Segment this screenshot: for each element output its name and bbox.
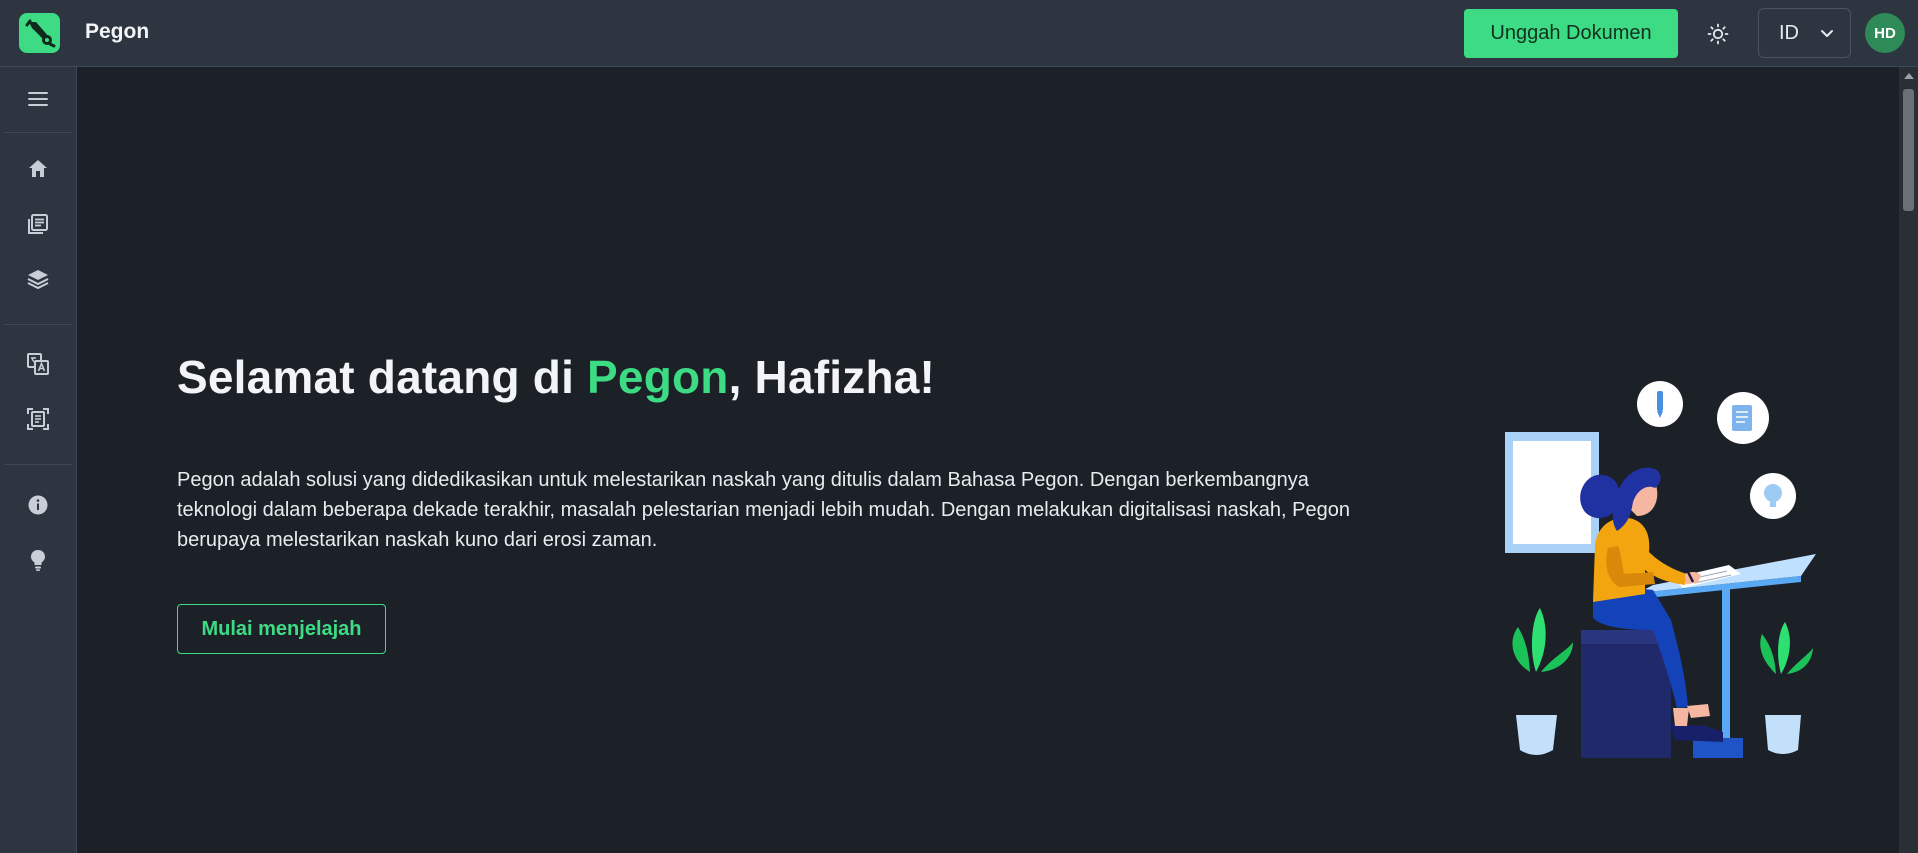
upload-document-button[interactable]: Unggah Dokumen: [1464, 9, 1678, 58]
sidebar-item-about[interactable]: [24, 491, 52, 519]
app-title: Pegon: [85, 20, 150, 43]
welcome-heading-prefix: Selamat datang di: [177, 351, 588, 403]
pen-nib-icon: [25, 19, 56, 48]
language-value: ID: [1779, 21, 1799, 44]
intro-description: Pegon adalah solusi yang didedikasikan u…: [177, 469, 1350, 551]
sidebar-divider: [4, 324, 72, 325]
documents-icon: [28, 214, 48, 234]
sidebar-item-collections[interactable]: [24, 265, 52, 293]
sidebar-menu-toggle[interactable]: [24, 85, 52, 113]
sun-icon: [1707, 23, 1729, 45]
welcome-heading: Selamat datang di Pegon, Hafizha!: [177, 350, 935, 404]
home-icon: [29, 160, 47, 177]
sidebar-divider: [4, 464, 72, 465]
lightbulb-icon: [31, 550, 45, 571]
layers-icon: [27, 270, 49, 290]
sidebar-item-tips[interactable]: [24, 546, 52, 574]
sidebar-nav: [0, 67, 77, 853]
welcome-heading-user: , Hafizha!: [728, 351, 936, 403]
translate-icon: [27, 353, 49, 375]
top-app-bar: Pegon Unggah Dokumen ID HD: [0, 0, 1918, 67]
page-scrollbar[interactable]: [1899, 67, 1918, 853]
user-avatar[interactable]: HD: [1865, 13, 1905, 53]
scan-document-icon: [27, 408, 49, 430]
chevron-down-icon: [1821, 30, 1833, 37]
theme-toggle-button[interactable]: [1700, 17, 1736, 51]
sidebar-item-documents[interactable]: [24, 210, 52, 238]
info-icon: [28, 495, 48, 515]
scrollbar-thumb[interactable]: [1903, 89, 1914, 211]
menu-icon: [28, 92, 48, 106]
app-logo[interactable]: [19, 13, 60, 53]
sidebar-item-home[interactable]: [24, 155, 52, 183]
sidebar-item-transliterate[interactable]: [24, 350, 52, 378]
welcome-heading-brand: Pegon: [587, 351, 729, 403]
main-content: Selamat datang di Pegon, Hafizha! Pegon …: [77, 67, 1899, 853]
language-select[interactable]: ID: [1758, 8, 1851, 58]
woman-writing-illustration: [1505, 381, 1816, 758]
sidebar-divider: [4, 132, 72, 133]
sidebar-item-scan[interactable]: [24, 405, 52, 433]
scroll-up-arrow-icon[interactable]: [1904, 73, 1914, 79]
start-exploring-button[interactable]: Mulai menjelajah: [177, 604, 386, 654]
